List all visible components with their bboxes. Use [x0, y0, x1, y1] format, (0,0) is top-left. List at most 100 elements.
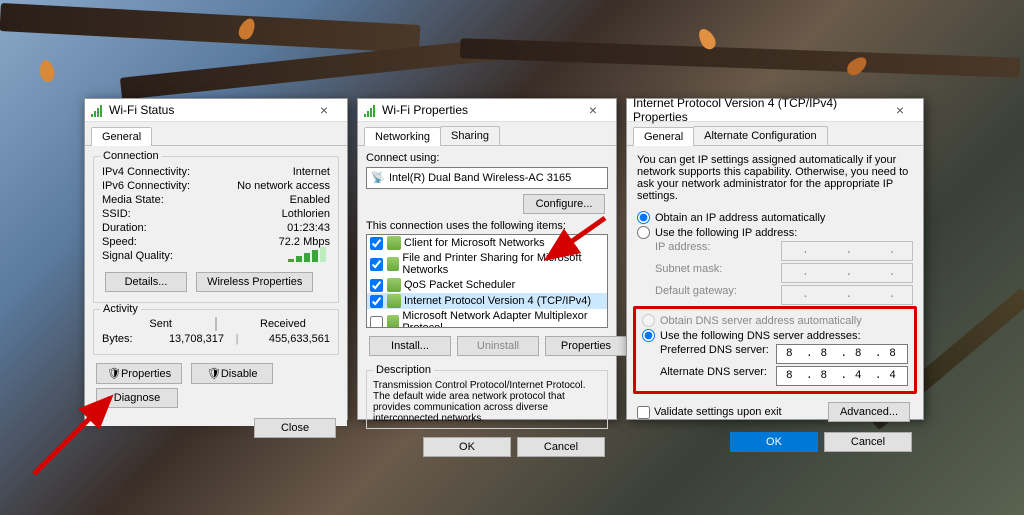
ipv6-label: IPv6 Connectivity:: [102, 180, 190, 192]
wifi-props-titlebar[interactable]: Wi-Fi Properties ×: [358, 99, 616, 122]
ipv6-value: No network access: [237, 180, 330, 192]
cancel-button[interactable]: Cancel: [517, 437, 605, 457]
signal-bars: [288, 250, 330, 265]
connect-using-label: Connect using:: [366, 152, 608, 164]
close-icon[interactable]: ×: [883, 101, 917, 119]
protocol-icon: [387, 257, 399, 271]
pref-dns-field[interactable]: 8. 8. 8. 8: [776, 344, 908, 364]
list-item[interactable]: QoS Packet Scheduler: [367, 277, 607, 293]
alt-dns-field[interactable]: 8. 8. 4. 4: [776, 366, 908, 386]
duration-value: 01:23:43: [287, 222, 330, 234]
list-item[interactable]: Client for Microsoft Networks: [367, 235, 607, 251]
details-button[interactable]: Details...: [105, 272, 187, 292]
radio-manual-dns-label: Use the following DNS server addresses:: [660, 330, 861, 342]
wifi-icon: [91, 103, 105, 117]
cancel-button[interactable]: Cancel: [824, 432, 912, 452]
ok-button[interactable]: OK: [423, 437, 511, 457]
tab-general[interactable]: General: [91, 127, 152, 146]
ip-address-label: IP address:: [655, 241, 710, 261]
speed-label: Speed:: [102, 236, 137, 248]
tab-general[interactable]: General: [633, 127, 694, 146]
list-item[interactable]: File and Printer Sharing for Microsoft N…: [367, 251, 607, 277]
radio-manual-dns[interactable]: [642, 329, 655, 342]
wifi-status-window: Wi-Fi Status × General Connection IPv4 C…: [84, 98, 348, 420]
tab-alternate[interactable]: Alternate Configuration: [693, 126, 828, 145]
tab-sharing[interactable]: Sharing: [440, 126, 500, 145]
wifi-status-titlebar[interactable]: Wi-Fi Status ×: [85, 99, 347, 122]
alt-dns-label: Alternate DNS server:: [660, 366, 767, 386]
list-item[interactable]: Internet Protocol Version 4 (TCP/IPv4): [367, 293, 607, 309]
diagnose-button[interactable]: Diagnose: [96, 388, 178, 408]
gateway-label: Default gateway:: [655, 285, 737, 305]
bytes-label: Bytes:: [102, 333, 147, 345]
item-checkbox[interactable]: [370, 295, 383, 308]
ipv4-titlebar[interactable]: Internet Protocol Version 4 (TCP/IPv4) P…: [627, 99, 923, 122]
group-connection-label: Connection: [100, 150, 162, 162]
item-label: Microsoft Network Adapter Multiplexor Pr…: [402, 310, 604, 328]
status-tabs: General: [85, 122, 347, 146]
protocol-icon: [387, 315, 399, 328]
adapter-field[interactable]: 📡 Intel(R) Dual Band Wireless-AC 3165: [366, 167, 608, 189]
wifi-status-title: Wi-Fi Status: [109, 103, 307, 117]
items-list[interactable]: Client for Microsoft NetworksFile and Pr…: [366, 234, 608, 328]
close-icon[interactable]: ×: [307, 101, 341, 119]
radio-auto-dns-label: Obtain DNS server address automatically: [660, 315, 862, 327]
received-label: Received: [260, 318, 330, 330]
protocol-icon: [387, 294, 401, 308]
radio-manual-ip-label: Use the following IP address:: [655, 227, 797, 239]
props-tabs: Networking Sharing: [358, 122, 616, 146]
signal-label: Signal Quality:: [102, 250, 173, 265]
wifi-props-title: Wi-Fi Properties: [382, 103, 576, 117]
item-label: File and Printer Sharing for Microsoft N…: [402, 252, 604, 276]
validate-checkbox[interactable]: [637, 406, 650, 419]
item-checkbox[interactable]: [370, 258, 383, 271]
pref-dns-label: Preferred DNS server:: [660, 344, 769, 364]
media-label: Media State:: [102, 194, 164, 206]
group-connection: Connection IPv4 Connectivity:Internet IP…: [93, 156, 339, 303]
install-button[interactable]: Install...: [369, 336, 451, 356]
item-checkbox[interactable]: [370, 237, 383, 250]
ipv4-tabs: General Alternate Configuration: [627, 122, 923, 146]
ipv4-title: Internet Protocol Version 4 (TCP/IPv4) P…: [633, 96, 883, 124]
item-label: Internet Protocol Version 4 (TCP/IPv4): [404, 295, 591, 307]
item-label: QoS Packet Scheduler: [404, 279, 515, 291]
recv-bytes: 455,633,561: [250, 333, 330, 345]
uninstall-button[interactable]: Uninstall: [457, 336, 539, 356]
configure-button[interactable]: Configure...: [523, 194, 605, 214]
ipv4-label: IPv4 Connectivity:: [102, 166, 190, 178]
properties-button[interactable]: 🛡 Properties: [96, 363, 182, 384]
disable-button[interactable]: 🛡 Disable: [191, 363, 273, 384]
item-checkbox[interactable]: [370, 279, 383, 292]
protocol-icon: [387, 278, 401, 292]
subnet-mask-field: ...: [781, 263, 913, 283]
dns-highlight: Obtain DNS server address automatically …: [633, 306, 917, 394]
group-activity-label: Activity: [100, 303, 141, 315]
ok-button[interactable]: OK: [730, 432, 818, 452]
wifi-properties-window: Wi-Fi Properties × Networking Sharing Co…: [357, 98, 617, 420]
radio-manual-ip[interactable]: [637, 226, 650, 239]
wireless-properties-button[interactable]: Wireless Properties: [196, 272, 313, 292]
adapter-icon: 📡: [371, 171, 385, 185]
ipv4-intro: You can get IP settings assigned automat…: [637, 154, 913, 202]
ssid-label: SSID:: [102, 208, 131, 220]
sent-bytes: 13,708,317: [154, 333, 224, 345]
tab-networking[interactable]: Networking: [364, 127, 441, 146]
duration-label: Duration:: [102, 222, 147, 234]
ssid-value: Lothlorien: [282, 208, 330, 220]
item-properties-button[interactable]: Properties: [545, 336, 627, 356]
group-activity: Activity Sent Received Bytes: 13,708,317…: [93, 309, 339, 355]
media-value: Enabled: [290, 194, 330, 206]
close-icon[interactable]: ×: [576, 101, 610, 119]
adapter-name: Intel(R) Dual Band Wireless-AC 3165: [389, 172, 571, 184]
close-button[interactable]: Close: [254, 418, 336, 438]
activity-icon: [186, 318, 246, 330]
validate-checkbox-label[interactable]: Validate settings upon exit: [637, 406, 782, 419]
radio-auto-ip[interactable]: [637, 211, 650, 224]
item-checkbox[interactable]: [370, 316, 383, 329]
description-text: Transmission Control Protocol/Internet P…: [373, 380, 601, 424]
subnet-mask-label: Subnet mask:: [655, 263, 722, 283]
description-label: Description: [373, 364, 434, 376]
radio-auto-dns: [642, 314, 655, 327]
advanced-button[interactable]: Advanced...: [828, 402, 910, 422]
list-item[interactable]: Microsoft Network Adapter Multiplexor Pr…: [367, 309, 607, 328]
